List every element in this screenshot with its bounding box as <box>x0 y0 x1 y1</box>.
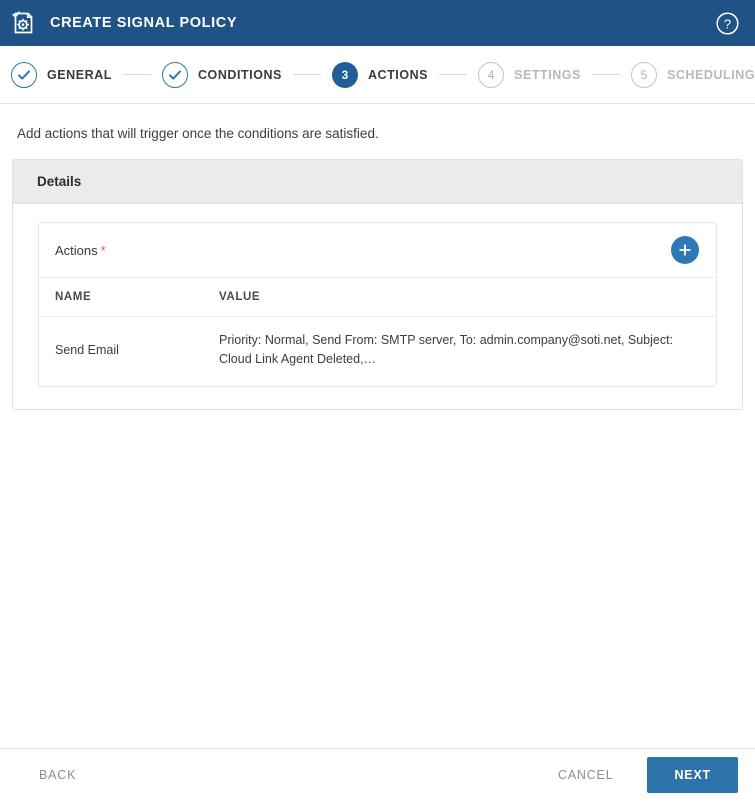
step-conditions-label: CONDITIONS <box>197 67 282 82</box>
step-settings[interactable]: 4 SETTINGS <box>478 61 581 88</box>
wizard-stepper: GENERAL CONDITIONS 3 ACTIONS 4 SETTINGS … <box>0 46 755 104</box>
help-circle-icon[interactable]: ? <box>713 9 741 37</box>
actions-table-body: Send Email Priority: Normal, Send From: … <box>39 317 716 386</box>
step-connector-4 <box>591 74 620 75</box>
step-scheduling-number: 5 <box>630 61 657 88</box>
step-connector-2 <box>292 74 321 75</box>
column-header-value: VALUE <box>203 278 716 317</box>
back-button[interactable]: BACK <box>17 760 98 790</box>
step-actions-label: ACTIONS <box>367 67 429 82</box>
step-actions-number: 3 <box>331 61 358 88</box>
step-conditions[interactable]: CONDITIONS <box>161 61 282 88</box>
actions-table-head: NAME VALUE <box>39 278 716 317</box>
window-titlebar: CREATE SIGNAL POLICY ? <box>0 0 755 46</box>
step-connector-3 <box>439 74 468 75</box>
required-marker: * <box>100 242 106 258</box>
step-general-label: GENERAL <box>47 67 112 82</box>
svg-text:?: ? <box>723 16 730 31</box>
step-settings-label: SETTINGS <box>514 67 581 82</box>
actions-card: Actions * NAME VALUE Send Email Priority… <box>38 222 717 387</box>
add-action-button[interactable] <box>671 236 699 264</box>
actions-field-label: Actions <box>55 242 98 258</box>
cancel-button[interactable]: CANCEL <box>536 760 636 790</box>
step-actions[interactable]: 3 ACTIONS <box>331 61 429 88</box>
actions-table: NAME VALUE Send Email Priority: Normal, … <box>39 278 716 386</box>
next-button[interactable]: NEXT <box>647 757 738 793</box>
step-scheduling[interactable]: 5 SCHEDULING <box>630 61 755 88</box>
details-panel-body: Actions * NAME VALUE Send Email Priority… <box>13 204 742 409</box>
actions-card-header: Actions * <box>39 223 716 278</box>
column-header-name: NAME <box>39 278 203 317</box>
wizard-content: Add actions that will trigger once the c… <box>0 104 755 748</box>
step-general-check-icon <box>11 61 37 88</box>
table-row[interactable]: Send Email Priority: Normal, Send From: … <box>39 317 716 386</box>
actions-table-header-row: NAME VALUE <box>39 278 716 317</box>
window-title: CREATE SIGNAL POLICY <box>50 15 238 31</box>
dialog-footer: BACK CANCEL NEXT <box>0 748 755 801</box>
action-name-cell: Send Email <box>55 342 119 357</box>
signal-policy-document-icon <box>9 9 37 37</box>
details-panel-title: Details <box>13 160 742 204</box>
step-scheduling-label: SCHEDULING <box>666 67 755 82</box>
step-instruction: Add actions that will trigger once the c… <box>17 126 379 141</box>
action-value-cell: Priority: Normal, Send From: SMTP server… <box>219 333 674 367</box>
step-connector-1 <box>122 74 151 75</box>
step-general[interactable]: GENERAL <box>11 61 112 88</box>
create-signal-policy-dialog: CREATE SIGNAL POLICY ? GENERAL CONDITION… <box>0 0 755 801</box>
step-conditions-check-icon <box>161 61 188 88</box>
details-panel: Details Actions * NAME VALUE Send Email … <box>12 159 743 410</box>
step-settings-number: 4 <box>478 61 505 88</box>
